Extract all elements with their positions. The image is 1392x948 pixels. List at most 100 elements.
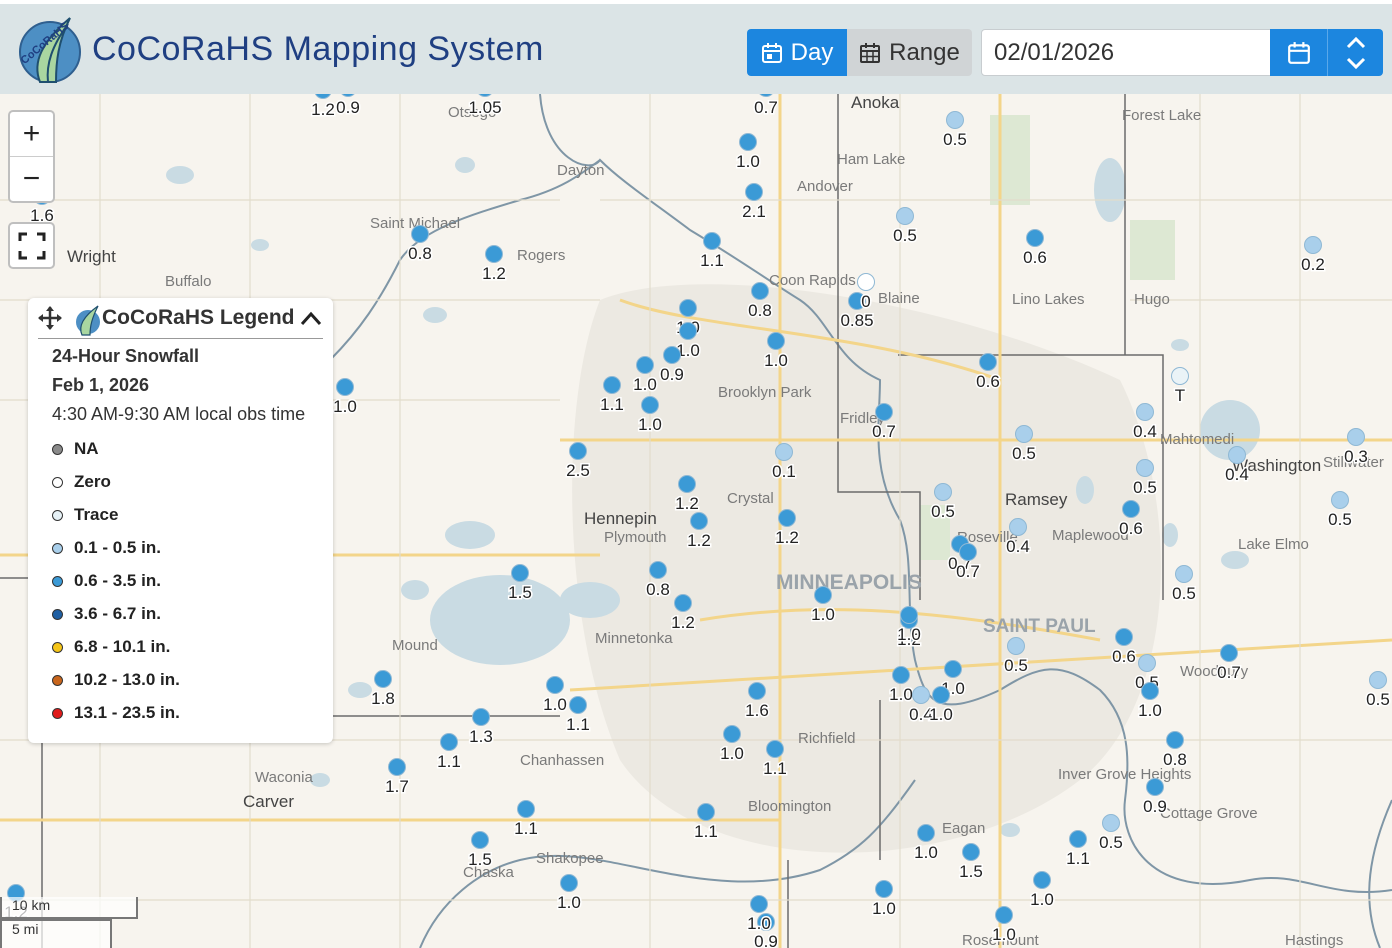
station-marker[interactable] [440,733,458,751]
station-marker[interactable] [1115,628,1133,646]
date-stepper[interactable] [1327,29,1383,76]
range-label: Range [889,38,960,66]
calendar-range-icon [860,42,881,63]
station-value: 1.5 [959,862,983,881]
station-marker[interactable] [766,740,784,758]
station-marker[interactable] [1220,644,1238,662]
zoom-in-button[interactable]: + [10,112,53,157]
legend-date: Feb 1, 2026 [52,375,150,395]
station-marker[interactable] [1331,491,1349,509]
calendar-button[interactable] [1270,29,1327,76]
station-marker[interactable] [1069,830,1087,848]
station-marker[interactable] [636,356,654,374]
station-marker[interactable] [723,725,741,743]
station-marker[interactable] [374,670,392,688]
station-marker[interactable] [944,660,962,678]
station-marker[interactable] [934,483,952,501]
station-marker[interactable] [679,299,697,317]
station-marker[interactable] [995,906,1013,924]
station-marker[interactable] [1171,367,1189,385]
station-marker[interactable] [750,895,768,913]
station-marker[interactable] [697,803,715,821]
station-marker[interactable] [472,708,490,726]
station-marker[interactable] [1228,446,1246,464]
station-marker[interactable] [892,666,910,684]
station-marker[interactable] [411,225,429,243]
station-marker[interactable] [1136,403,1154,421]
station-marker[interactable] [875,880,893,898]
station-marker[interactable] [959,543,977,561]
station-value: 0.6 [1112,647,1136,666]
fullscreen-button[interactable] [8,222,55,269]
station-marker[interactable] [1136,459,1154,477]
station-marker[interactable] [979,353,997,371]
move-icon[interactable] [38,306,62,330]
date-input[interactable]: 02/01/2026 [981,29,1271,76]
collapse-chevron-icon[interactable] [299,308,323,330]
station-marker[interactable] [1304,236,1322,254]
station-marker[interactable] [1369,671,1387,689]
station-marker[interactable] [767,332,785,350]
station-marker[interactable] [679,322,697,340]
station-marker[interactable] [678,475,696,493]
station-marker[interactable] [388,758,406,776]
station-marker[interactable] [641,396,659,414]
station-marker[interactable] [1146,778,1164,796]
svg-text:Coon Rapids: Coon Rapids [769,272,856,289]
station-marker[interactable] [1166,731,1184,749]
station-marker[interactable] [912,686,930,704]
station-marker[interactable] [778,509,796,527]
station-marker[interactable] [946,111,964,129]
day-button[interactable]: Day [747,29,847,76]
station-marker[interactable] [1122,500,1140,518]
legend-item: Zero [52,471,111,493]
station-marker[interactable] [751,282,769,300]
station-marker[interactable] [1175,565,1193,583]
svg-text:Lino Lakes: Lino Lakes [1012,291,1085,308]
station-marker[interactable] [745,183,763,201]
station-marker[interactable] [511,564,529,582]
range-button[interactable]: Range [847,29,972,76]
station-marker[interactable] [517,800,535,818]
station-marker[interactable] [896,207,914,225]
station-marker[interactable] [560,874,578,892]
station-marker[interactable] [1141,682,1159,700]
station-marker[interactable] [1033,871,1051,889]
station-marker[interactable] [546,676,564,694]
station-marker[interactable] [569,442,587,460]
station-marker[interactable] [569,696,587,714]
legend-label: 6.8 - 10.1 in. [74,637,171,656]
station-marker[interactable] [1009,518,1027,536]
station-marker[interactable] [674,594,692,612]
station-marker[interactable] [336,378,354,396]
station-value: 1.0 [638,415,662,434]
station-marker[interactable] [1138,654,1156,672]
station-marker[interactable] [471,831,489,849]
station-marker[interactable] [603,376,621,394]
station-value: 1.0 [764,351,788,370]
station-marker[interactable] [663,346,681,364]
station-marker[interactable] [748,682,766,700]
station-marker[interactable] [917,824,935,842]
station-marker[interactable] [649,561,667,579]
station-marker[interactable] [739,133,757,151]
station-value: 1.1 [700,251,724,270]
station-marker[interactable] [857,273,875,291]
station-marker[interactable] [1015,425,1033,443]
station-marker[interactable] [1026,229,1044,247]
station-marker[interactable] [690,512,708,530]
station-marker[interactable] [875,403,893,421]
station-marker[interactable] [932,686,950,704]
svg-text:Carver: Carver [243,792,294,811]
station-marker[interactable] [485,245,503,263]
station-marker[interactable] [900,606,918,624]
station-marker[interactable] [703,232,721,250]
station-marker[interactable] [1347,428,1365,446]
station-marker[interactable] [775,443,793,461]
station-marker[interactable] [1007,637,1025,655]
station-marker[interactable] [1102,814,1120,832]
station-marker[interactable] [962,843,980,861]
station-marker[interactable] [814,586,832,604]
zoom-out-button[interactable]: − [10,157,53,201]
legend-label: NA [74,439,99,458]
